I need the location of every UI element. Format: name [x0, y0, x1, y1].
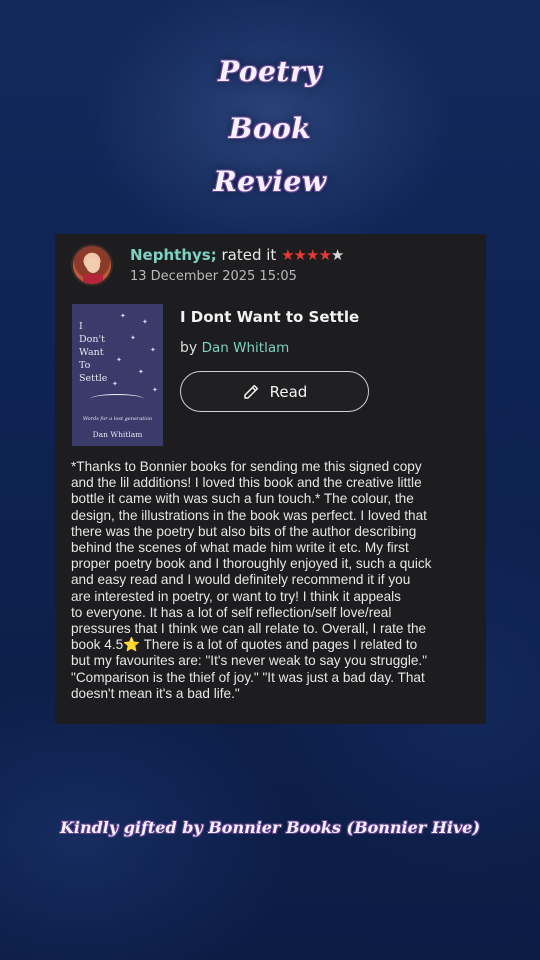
star-icon: ★ [281, 246, 294, 264]
review-line: pressures that I think we can all relate… [71, 621, 427, 637]
review-text: *Thanks to Bonnier books for sending me … [71, 459, 473, 702]
title-line-2: Book [228, 112, 312, 145]
cover-star-icon: ✦ [116, 356, 122, 364]
review-line: doesn't mean it's a bad life." [71, 685, 240, 701]
review-line: design, the illustrations in the book wa… [71, 507, 427, 523]
review-line: behind the scenes of what made him write… [71, 540, 409, 556]
review-line: *Thanks to Bonnier books for sending me … [71, 459, 422, 474]
cover-star-icon: ✦ [142, 318, 148, 326]
title-line-3: Review [213, 165, 327, 198]
book-cover[interactable]: I Don't Want To Settle ✦ ✦ ✦ ✦ ✦ ✦ ✦ ✦ W… [72, 304, 163, 446]
rating-stars: ★★★★★ [281, 246, 344, 264]
review-date: 13 December 2025 15:05 [130, 269, 297, 284]
cover-star-icon: ✦ [152, 386, 158, 394]
review-line: but my favourites are: "It's never weak … [71, 653, 428, 669]
review-card: Nephthys; rated it ★★★★★ 13 December 202… [55, 234, 486, 724]
review-line: book 4.5⭐ There is a lot of quotes and p… [71, 637, 418, 653]
review-line: and easy read and I would definitely rec… [71, 572, 411, 588]
review-line: "Comparison is the thief of joy." "It wa… [71, 669, 425, 685]
star-icon: ★ [293, 246, 307, 264]
cover-star-icon: ✦ [120, 312, 126, 320]
review-line: are interested in poetry, or want to try… [71, 588, 401, 604]
star-icon: ★ [305, 246, 319, 264]
cover-subtitle: Words for a lost generation [82, 416, 153, 422]
star-empty-icon: ★ [330, 246, 344, 264]
book-title[interactable]: I Dont Want to Settle [180, 308, 359, 326]
review-line: proper poetry book and I thoroughly enjo… [71, 556, 432, 572]
avatar-book [83, 274, 103, 284]
cover-figure [90, 394, 144, 404]
book-byline: by Dan Whitlam [180, 340, 289, 356]
star-icon: ★ [318, 246, 331, 264]
avatar[interactable] [71, 244, 113, 286]
cover-star-icon: ✦ [130, 334, 136, 342]
read-button-label: Read [269, 382, 308, 401]
user-line: Nephthys; rated it ★★★★★ [130, 246, 344, 264]
by-label: by [180, 340, 198, 356]
title-line-1: Poetry [218, 55, 322, 88]
cover-star-icon: ✦ [112, 380, 118, 388]
cover-star-icon: ✦ [138, 368, 144, 376]
review-line: and the lil additions! I loved this book… [71, 475, 422, 491]
pencil-icon [243, 384, 258, 399]
cover-title: I Don't Want To Settle [79, 321, 108, 384]
review-line: bottle it came with was such a fun touch… [71, 491, 414, 507]
cover-star-icon: ✦ [150, 346, 156, 354]
review-line: there was the poetry but also bits of th… [71, 523, 417, 539]
user-name[interactable]: Nephthys; [130, 246, 217, 264]
review-line: to everyone. It has a lot of self reflec… [71, 604, 392, 620]
avatar-face [86, 257, 100, 273]
read-button[interactable]: Read [180, 371, 369, 412]
footer-caption: Kindly gifted by Bonnier Books (Bonnier … [59, 818, 481, 837]
rated-text: rated it [221, 246, 277, 264]
book-author[interactable]: Dan Whitlam [202, 340, 290, 356]
cover-author: Dan Whitlam [92, 430, 143, 439]
